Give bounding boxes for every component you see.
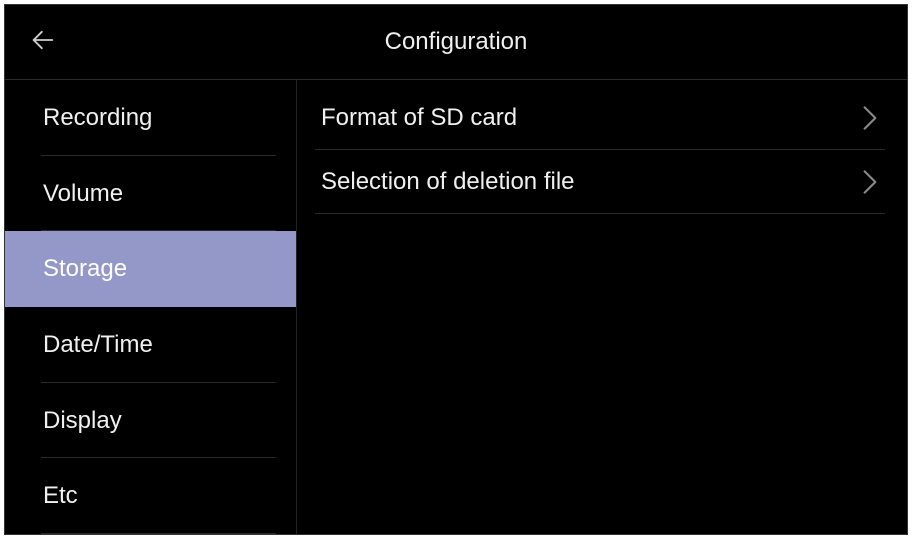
page-title: Configuration: [385, 28, 528, 56]
list-item-label: Selection of deletion file: [321, 168, 575, 196]
sidebar-item-recording[interactable]: Recording: [5, 80, 296, 156]
sidebar-item-storage[interactable]: Storage: [5, 231, 296, 307]
sidebar-item-date-time[interactable]: Date/Time: [5, 307, 296, 383]
list-item-label: Format of SD card: [321, 104, 517, 132]
back-button[interactable]: [5, 5, 80, 79]
sidebar-item-label: Storage: [43, 255, 127, 283]
sidebar-item-display[interactable]: Display: [5, 383, 296, 459]
list-item-format-sd-card[interactable]: Format of SD card: [297, 86, 907, 150]
sidebar-item-volume[interactable]: Volume: [5, 156, 296, 232]
header-bar: Configuration: [5, 5, 907, 80]
sidebar: Recording Volume Storage Date/Time Displ…: [5, 80, 297, 534]
chevron-right-icon: [863, 170, 877, 194]
main-content: Format of SD card Selection of deletion …: [297, 80, 907, 534]
back-arrow-icon: [29, 26, 57, 59]
sidebar-item-label: Display: [43, 407, 122, 435]
list-item-selection-deletion-file[interactable]: Selection of deletion file: [297, 150, 907, 214]
sidebar-item-label: Volume: [43, 180, 123, 208]
sidebar-item-label: Etc: [43, 482, 78, 510]
sidebar-item-label: Recording: [43, 104, 152, 132]
content-body: Recording Volume Storage Date/Time Displ…: [5, 80, 907, 534]
sidebar-item-etc[interactable]: Etc: [5, 458, 296, 534]
configuration-screen: Configuration Recording Volume Storage D…: [4, 4, 908, 535]
chevron-right-icon: [863, 106, 877, 130]
sidebar-item-label: Date/Time: [43, 331, 153, 359]
